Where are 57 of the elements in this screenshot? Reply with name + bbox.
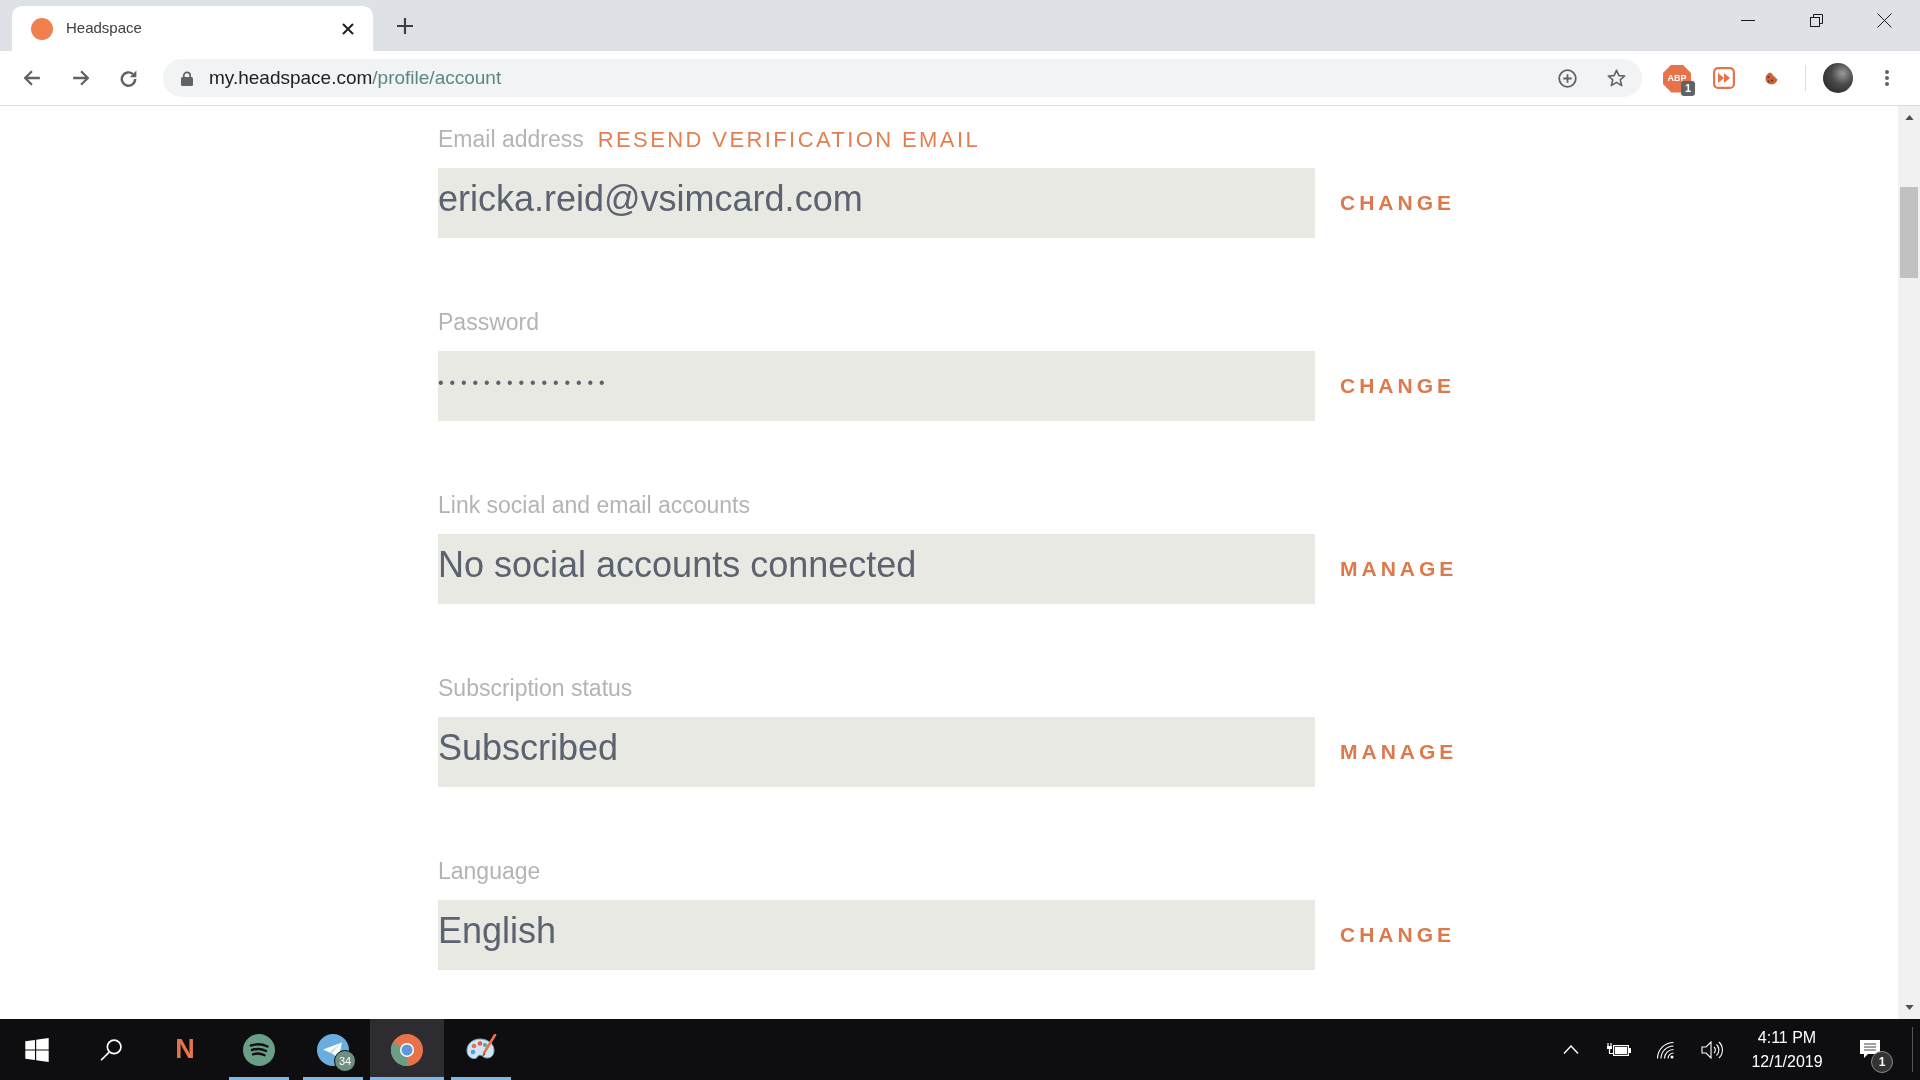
field-label: Subscription status	[438, 674, 633, 703]
cookie-icon	[1764, 71, 1778, 85]
resend-link[interactable]: RESEND VERIFICATION EMAIL	[597, 125, 981, 155]
address-bar[interactable]: my.headspace.com/profile/account	[163, 59, 1642, 97]
count-badge: 34	[334, 1050, 356, 1072]
menu-icon	[1885, 70, 1889, 86]
star-icon	[1606, 69, 1626, 87]
minimize-icon	[1741, 19, 1755, 21]
search-icon	[100, 1038, 122, 1061]
action-link[interactable]: CHANGE	[1340, 190, 1455, 216]
url-text: my.headspace.com/profile/account	[209, 65, 503, 90]
scrollbar-thumb[interactable]	[1900, 187, 1918, 278]
count-badge: 1	[1681, 81, 1696, 96]
scroll-down-icon[interactable]	[1904, 1005, 1914, 1010]
zoom-in-icon	[1557, 68, 1577, 88]
close-icon	[1876, 12, 1892, 28]
value-field: No social accounts connected	[438, 534, 1315, 604]
extension-button[interactable]	[1764, 71, 1778, 85]
field-label: Language	[438, 857, 541, 886]
fast-forward-icon	[1713, 67, 1735, 89]
field-label: Password	[438, 308, 539, 337]
browser-logo-icon	[391, 1033, 423, 1066]
battery-icon	[1604, 1042, 1631, 1057]
clock-time[interactable]: 4:11 PM	[1757, 1027, 1817, 1048]
close-icon	[342, 22, 354, 35]
browser-tab[interactable]: Headspace	[12, 6, 373, 51]
scrollbar-track[interactable]	[1898, 106, 1920, 1019]
count-badge: 1	[1871, 1051, 1893, 1073]
speech-bubble-icon	[1859, 1039, 1881, 1060]
action-link[interactable]: CHANGE	[1340, 922, 1455, 948]
value-field: ericka.reid@vsimcard.com	[438, 168, 1315, 238]
field-label: Link social and email accounts	[438, 491, 750, 520]
back-arrow-icon	[23, 70, 41, 86]
spotify-icon	[243, 1033, 275, 1066]
field-label: Email address	[438, 125, 584, 154]
speaker-icon	[1700, 1040, 1723, 1059]
taskbar-app-button[interactable]: N	[148, 1019, 222, 1080]
notifications-button[interactable]: 1	[1844, 1019, 1896, 1080]
action-link[interactable]: MANAGE	[1340, 739, 1458, 765]
windows-logo-icon	[25, 1037, 49, 1062]
value-field: English	[438, 900, 1315, 970]
plus-icon	[397, 17, 413, 34]
lock-icon	[181, 70, 193, 86]
taskbar-app-button[interactable]	[370, 1019, 444, 1080]
value-field: Subscribed	[438, 717, 1315, 787]
password-field: •••••••••••••••	[438, 351, 1315, 421]
restore-icon	[1809, 13, 1823, 27]
forward-arrow-icon	[71, 70, 89, 86]
action-link[interactable]: MANAGE	[1340, 556, 1458, 582]
reload-icon	[119, 69, 137, 87]
action-link[interactable]: CHANGE	[1340, 373, 1455, 399]
profile-avatar[interactable]	[1823, 63, 1853, 93]
caret-up-icon	[1562, 1045, 1579, 1054]
clock-date[interactable]: 12/1/2019	[1751, 1051, 1823, 1072]
wifi-icon	[1655, 1040, 1674, 1059]
favicon-icon	[31, 17, 53, 40]
scroll-up-icon[interactable]	[1904, 115, 1914, 120]
